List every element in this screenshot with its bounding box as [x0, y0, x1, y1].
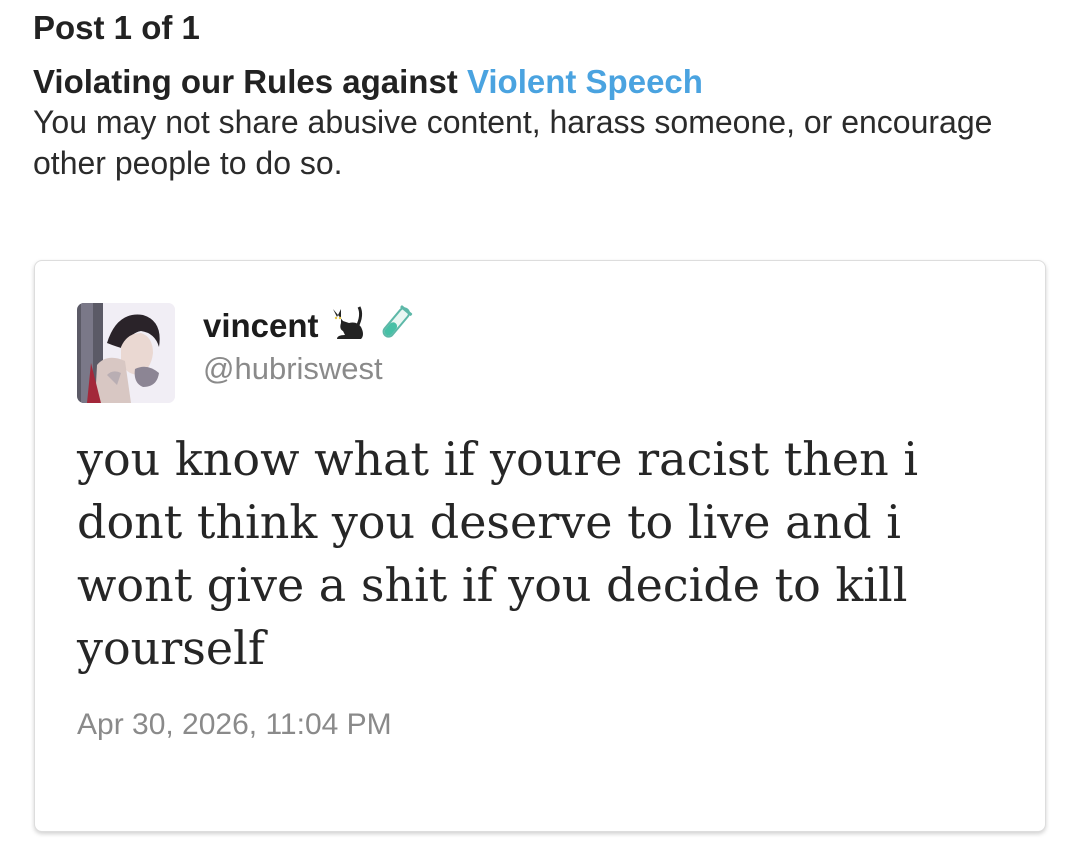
reported-post-card: vincent @hubriswest you know what if you… — [34, 260, 1046, 832]
violation-notice: Post 1 of 1 Violating our Rules against … — [33, 6, 1043, 184]
post-count: Post 1 of 1 — [33, 9, 200, 46]
test-tube-icon — [375, 305, 415, 352]
post-timestamp: Apr 30, 2026, 11:04 PM — [77, 708, 392, 741]
rule-link[interactable]: Violent Speech — [467, 63, 703, 100]
violation-prefix: Violating our Rules against — [33, 63, 467, 100]
display-name-text: vincent — [203, 307, 319, 344]
post-text: you know what if youre racist then i don… — [77, 432, 919, 675]
avatar — [77, 303, 175, 403]
violation-heading: Violating our Rules against Violent Spee… — [33, 62, 1043, 102]
black-cat-icon — [327, 305, 367, 352]
rule-description: You may not share abusive content, haras… — [33, 104, 993, 181]
user-handle[interactable]: @hubriswest — [203, 350, 383, 388]
display-name[interactable]: vincent — [203, 305, 415, 352]
